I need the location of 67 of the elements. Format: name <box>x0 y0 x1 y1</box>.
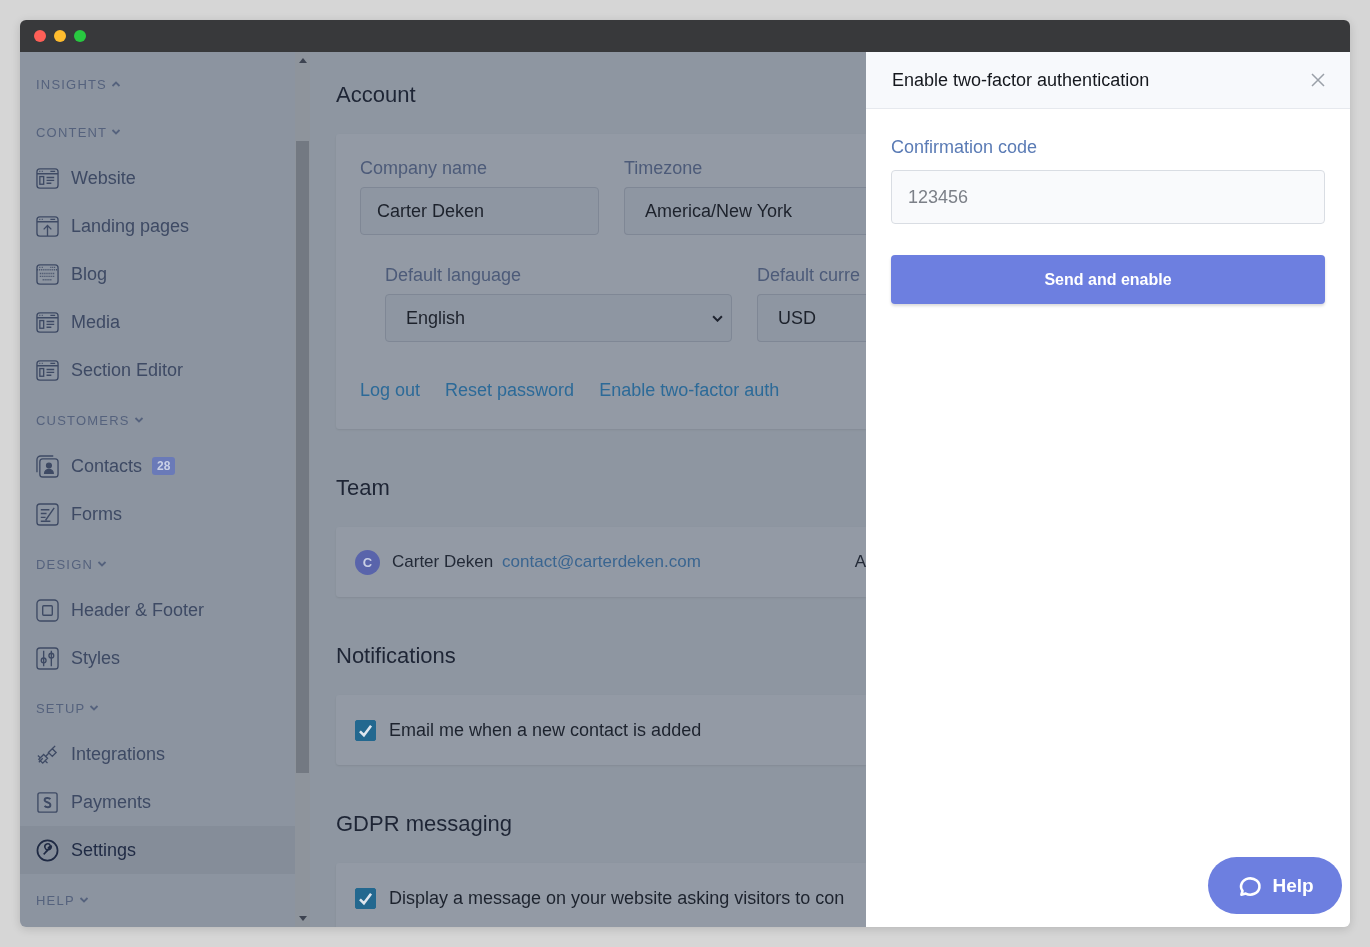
text-link[interactable]: Reset password <box>445 380 575 401</box>
dollar-icon <box>36 790 59 814</box>
caret-icon <box>111 79 121 89</box>
form-icon <box>36 502 59 526</box>
panel-title: Enable two-factor authentication <box>892 69 1150 91</box>
code-input[interactable]: 123456 <box>891 170 1325 224</box>
section-heading: Notifications <box>336 642 457 670</box>
keyboard-icon <box>36 262 59 286</box>
checkbox[interactable] <box>355 719 376 741</box>
sidebar-item[interactable]: Website <box>20 154 295 202</box>
contact-card-icon <box>36 454 59 478</box>
sidebar-item[interactable]: Header & Footer <box>20 586 295 634</box>
input-field[interactable]: America/New York <box>624 187 866 235</box>
checkbox[interactable] <box>355 887 376 909</box>
sidebar-item[interactable]: Contacts 28 <box>20 442 295 490</box>
text-link[interactable]: Enable two-factor auth <box>599 380 780 401</box>
sidebar-item[interactable]: Styles <box>20 634 295 682</box>
scroll-down-icon[interactable] <box>298 916 307 921</box>
field-label: Timezone <box>624 158 704 179</box>
avatar: C <box>355 549 380 575</box>
checkbox-label: Email me when a new contact is added <box>389 719 702 741</box>
field-label: Default curre <box>757 265 862 286</box>
member-email: contact@carterdeken.com <box>502 552 701 572</box>
scrollbar[interactable] <box>295 52 310 927</box>
minimize-window-button[interactable] <box>54 30 66 42</box>
scroll-up-icon[interactable] <box>298 58 307 63</box>
sidebar-item[interactable]: Blog <box>20 250 295 298</box>
count-badge: 28 <box>152 457 176 475</box>
input-field[interactable]: Carter Deken <box>360 187 599 235</box>
settings-icon <box>36 838 59 862</box>
select-field[interactable]: English <box>385 294 732 342</box>
caret-icon <box>111 127 122 137</box>
sidebar-item[interactable]: Section Editor <box>20 346 295 394</box>
scrollbar-thumb[interactable] <box>296 141 309 773</box>
field-label: Default language <box>385 265 523 286</box>
sliders-icon <box>36 646 59 670</box>
caret-icon <box>78 895 89 905</box>
member-role: A <box>854 552 866 572</box>
sidebar-item[interactable]: Integrations <box>20 730 295 778</box>
browser-window-icon <box>36 358 59 382</box>
caret-icon <box>89 703 100 713</box>
sidebar-item[interactable]: Payments <box>20 778 295 826</box>
caret-icon <box>133 415 144 425</box>
close-window-button[interactable] <box>34 30 46 42</box>
sidebar-item[interactable]: Media <box>20 298 295 346</box>
checkbox-label: Display a message on your website asking visitors to con <box>389 887 845 909</box>
browser-window-icon <box>36 166 59 190</box>
help-button[interactable]: Help <box>1208 857 1342 914</box>
sidebar-item[interactable]: Settings <box>20 826 295 874</box>
section-heading: GDPR messaging <box>336 810 514 838</box>
field-label: Company name <box>360 158 489 179</box>
square-icon <box>36 598 59 622</box>
text-link[interactable]: Log out <box>360 380 421 401</box>
sidebar-item[interactable]: Landing pages <box>20 202 295 250</box>
sidebar-item[interactable]: Forms <box>20 490 295 538</box>
member-name: Carter Deken <box>392 552 494 572</box>
upload-window-icon <box>36 214 59 238</box>
section-heading: Team <box>336 474 391 502</box>
browser-window-icon <box>36 310 59 334</box>
field-label: Confirmation code <box>891 137 1039 158</box>
chevron-down-icon <box>712 314 723 322</box>
section-heading: Account <box>336 81 417 109</box>
send-and-enable-button[interactable]: Send and enable <box>891 255 1325 304</box>
input-field[interactable]: USD <box>757 294 866 342</box>
zoom-window-button[interactable] <box>74 30 86 42</box>
close-icon[interactable] <box>1311 73 1325 87</box>
caret-icon <box>97 559 108 569</box>
